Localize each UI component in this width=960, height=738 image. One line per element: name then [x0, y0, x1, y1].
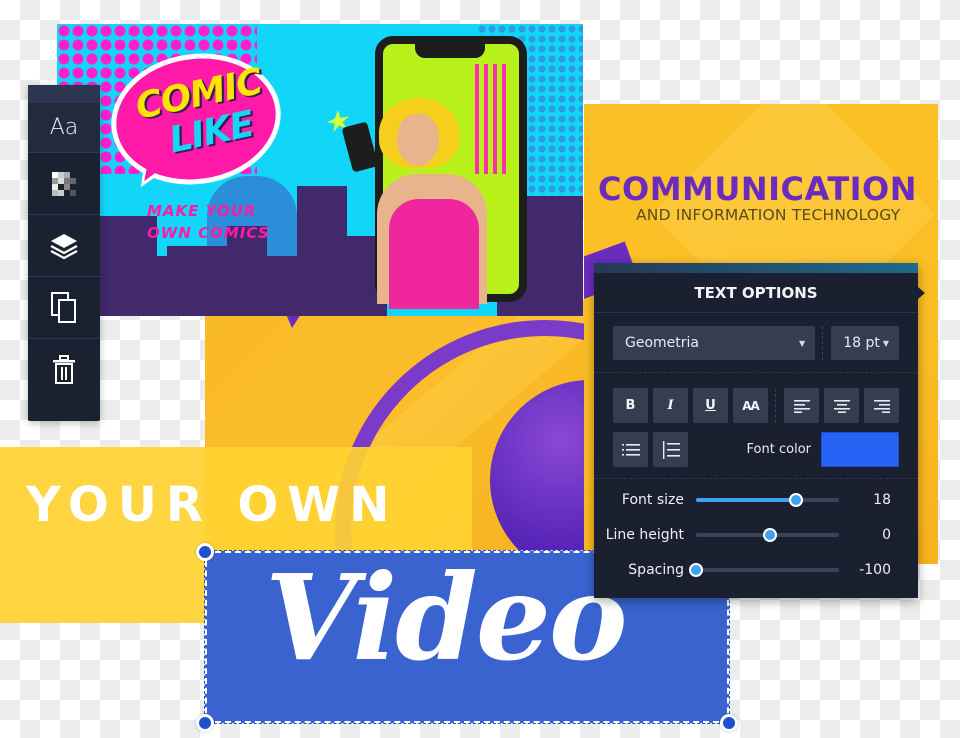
bullet-list-button[interactable] [613, 432, 648, 467]
divider [594, 372, 918, 373]
comic-design-card[interactable]: COMIC LIKE MAKE YOUR OWN COMICS [57, 24, 583, 316]
spacing-value-readout: -100 [859, 561, 891, 578]
phone-notch [415, 42, 485, 58]
resize-handle-bottom-right[interactable] [720, 714, 738, 732]
slider-thumb[interactable] [763, 527, 778, 542]
chevron-down-icon: ▼ [799, 338, 806, 348]
city-building [167, 246, 227, 316]
font-family-value: Geometria [625, 335, 699, 351]
font-color-label: Font color [746, 442, 811, 457]
slider-fill [696, 533, 770, 537]
transparency-tool-button[interactable] [28, 153, 100, 215]
comic-tagline-line1: MAKE YOUR [147, 202, 257, 220]
slider-fill [696, 497, 797, 502]
font-family-dropdown[interactable]: Geometria ▼ [613, 326, 816, 360]
divider [775, 388, 776, 423]
font-color-swatch[interactable] [821, 432, 899, 467]
woman-illustration-face [397, 114, 439, 166]
bullet-list-icon [621, 443, 640, 456]
banner-text: YOUR OWN [26, 477, 399, 533]
font-size-dropdown[interactable]: 18 pt ▼ [831, 326, 899, 360]
align-left-button[interactable] [784, 388, 819, 423]
phone-stripes [475, 64, 509, 174]
woman-illustration-dress [389, 199, 479, 309]
editor-toolbar: Aa [28, 85, 100, 421]
panel-pointer-arrow [918, 287, 925, 299]
panel-top-border [594, 263, 918, 273]
font-size-slider[interactable] [696, 492, 839, 507]
underline-button[interactable]: U [693, 388, 728, 423]
selfie-phone [341, 121, 379, 173]
divider [594, 478, 918, 479]
video-script-text[interactable]: Video [265, 559, 628, 677]
spacing-slider-row: Spacing -100 [594, 552, 918, 587]
bold-button[interactable]: B [613, 388, 648, 423]
numbered-list-button[interactable] [653, 432, 688, 467]
font-size-label: Font size [621, 491, 684, 508]
underline-icon: U [705, 398, 716, 413]
slider-thumb[interactable] [789, 492, 804, 507]
font-size-value-readout: 18 [873, 491, 891, 508]
communication-title: COMMUNICATION [598, 170, 918, 208]
layers-icon [50, 233, 78, 259]
italic-button[interactable]: I [653, 388, 688, 423]
duplicate-tool-button[interactable] [28, 277, 100, 339]
spacing-slider[interactable] [689, 562, 839, 577]
bold-icon: B [625, 398, 636, 413]
divider [822, 326, 824, 360]
line-height-slider[interactable] [696, 527, 839, 542]
resize-handle-top-left[interactable] [196, 543, 214, 561]
text-aa-icon: Aa [49, 115, 79, 140]
toolbar-header [28, 85, 100, 103]
align-center-icon [833, 399, 850, 413]
transparency-checker-icon [52, 171, 76, 196]
uppercase-button[interactable]: AA [733, 388, 768, 423]
text-options-panel: TEXT OPTIONS Geometria ▼ 18 pt ▼ B I U A… [594, 263, 925, 598]
slider-thumb[interactable] [689, 562, 703, 577]
trash-icon [53, 355, 75, 384]
resize-handle-bottom-left[interactable] [196, 714, 214, 732]
communication-subtitle: AND INFORMATION TECHNOLOGY [636, 206, 901, 224]
panel-title: TEXT OPTIONS [594, 273, 918, 313]
align-left-icon [793, 399, 810, 413]
font-size-slider-row: Font size 18 [594, 482, 918, 517]
line-height-label: Line height [605, 526, 684, 543]
copy-icon [51, 291, 76, 323]
chevron-down-icon: ▼ [882, 338, 889, 348]
align-right-icon [873, 399, 890, 413]
numbered-list-icon [662, 440, 680, 459]
align-center-button[interactable] [824, 388, 859, 423]
comic-tagline-line2: OWN COMICS [147, 224, 270, 242]
uppercase-icon: AA [742, 398, 760, 413]
line-height-slider-row: Line height 0 [594, 517, 918, 552]
text-tool-button[interactable]: Aa [28, 103, 100, 153]
spacing-label: Spacing [628, 561, 684, 578]
line-height-value-readout: 0 [882, 526, 891, 543]
delete-tool-button[interactable] [28, 339, 100, 401]
align-right-button[interactable] [864, 388, 899, 423]
font-size-value: 18 pt [843, 335, 880, 351]
italic-icon: I [667, 398, 674, 413]
layers-tool-button[interactable] [28, 215, 100, 277]
